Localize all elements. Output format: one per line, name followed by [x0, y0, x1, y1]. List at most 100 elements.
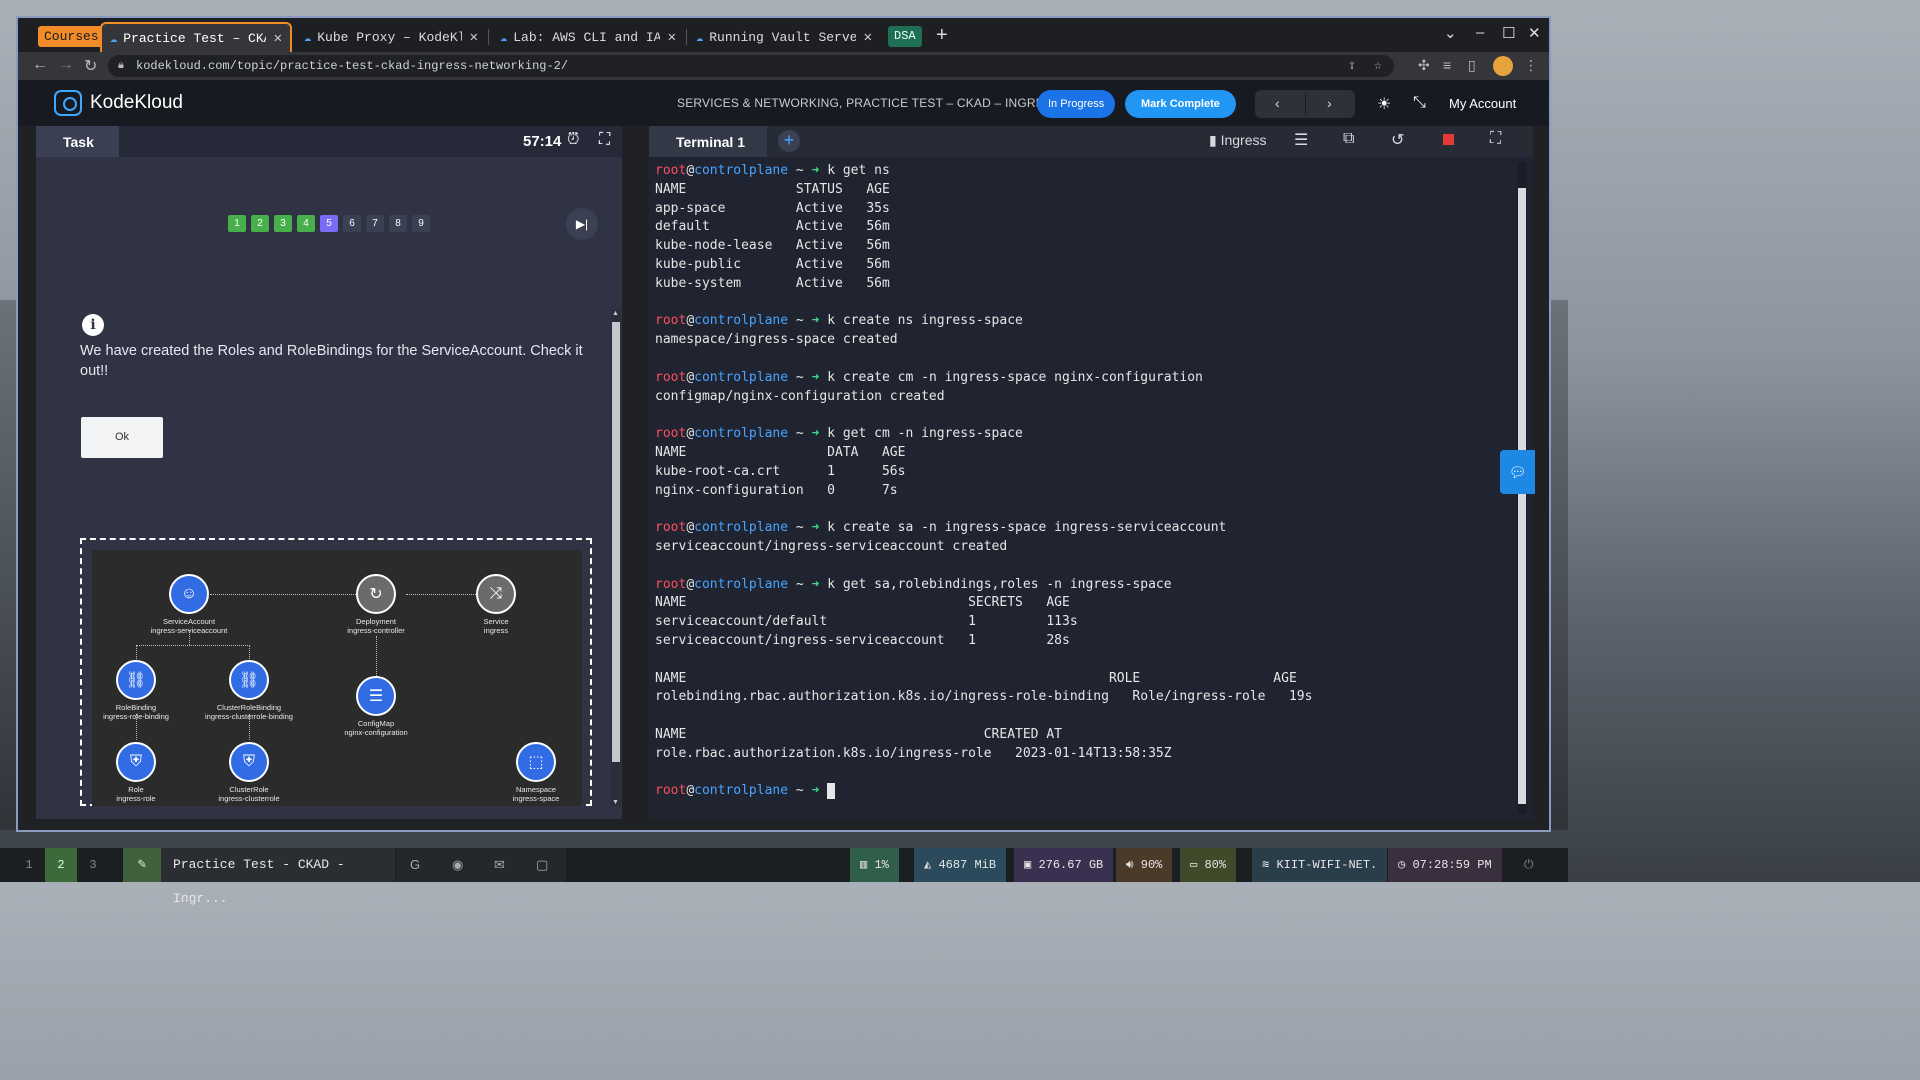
- prompt-host: controlplane: [694, 520, 789, 536]
- tab-aws-cli-lab[interactable]: ☁ Lab: AWS CLI and IAM – Ko ✕: [492, 22, 684, 52]
- back-icon[interactable]: ←: [32, 56, 48, 74]
- fullscreen-icon[interactable]: ⛶: [1490, 130, 1501, 148]
- in-progress-button[interactable]: In Progress: [1037, 90, 1116, 118]
- feather-icon: ✎: [123, 848, 161, 882]
- terminal-command-text: k get cm -n ingress-space: [819, 426, 1023, 442]
- mail-icon[interactable]: ✉: [494, 857, 505, 873]
- node-configmap[interactable]: ☰ ConfigMap nginx-configuration: [321, 676, 431, 737]
- mark-complete-button[interactable]: Mark Complete: [1125, 90, 1236, 118]
- google-icon[interactable]: G: [410, 857, 420, 872]
- question-number-3[interactable]: 3: [274, 215, 292, 232]
- tab-practice-test[interactable]: ☁ Practice Test – CKAD – Ingr ✕: [100, 22, 292, 52]
- task-tab[interactable]: Task: [36, 126, 119, 157]
- volume-level[interactable]: 🔊︎ 90%: [1116, 848, 1173, 882]
- close-tab-icon[interactable]: ✕: [864, 29, 872, 46]
- theme-toggle-icon[interactable]: ☀: [1377, 94, 1391, 114]
- task-scrollbar[interactable]: ▲ ▼: [611, 310, 621, 806]
- skip-question-button[interactable]: ▶|: [566, 208, 598, 240]
- terminal-tab[interactable]: Terminal 1: [649, 126, 767, 157]
- open-external-icon[interactable]: ⧉: [1343, 130, 1354, 148]
- workspace-1[interactable]: 1: [13, 848, 45, 882]
- maximize-icon[interactable]: ☐: [1502, 24, 1515, 42]
- tab-group-dsa[interactable]: DSA: [888, 26, 922, 47]
- node-role[interactable]: ⛨ Role ingress-role: [81, 742, 191, 803]
- new-tab-icon[interactable]: +: [936, 24, 948, 47]
- terminal-prompt-line: root@controlplane ~ ➜: [655, 782, 1515, 801]
- url-input[interactable]: 🔒︎ kodekloud.com/topic/practice-test-cka…: [108, 55, 1394, 77]
- scrollbar-thumb[interactable]: [1518, 188, 1526, 804]
- workspace-3[interactable]: 3: [77, 848, 109, 882]
- question-number-4[interactable]: 4: [297, 215, 315, 232]
- focused-window-title[interactable]: ✎ Practice Test - CKAD - Ingr...: [123, 848, 395, 906]
- scrollbar-thumb[interactable]: [612, 322, 620, 762]
- close-tab-icon[interactable]: ✕: [274, 30, 282, 47]
- share-icon[interactable]: ⇪: [1348, 55, 1356, 77]
- scroll-down-icon[interactable]: ▼: [612, 799, 619, 806]
- close-tab-icon[interactable]: ✕: [470, 29, 478, 46]
- my-account-link[interactable]: My Account: [1449, 96, 1516, 111]
- node-deployment[interactable]: ↻ Deployment ingress-controller: [321, 574, 431, 635]
- browser-menu-icon[interactable]: ⋮: [1524, 57, 1538, 74]
- fullscreen-icon[interactable]: ⛶: [599, 131, 610, 149]
- terminal-app-icon[interactable]: ▢: [536, 857, 548, 873]
- kodekloud-favicon-icon: ☁: [500, 30, 508, 45]
- node-service[interactable]: ⤨ Service ingress: [441, 574, 551, 635]
- reset-icon[interactable]: ↺: [1391, 130, 1404, 150]
- battery-value: 80%: [1204, 858, 1227, 872]
- question-number-7[interactable]: 7: [366, 215, 384, 232]
- question-number-9[interactable]: 9: [412, 215, 430, 232]
- kodekloud-logo[interactable]: KodeKloud: [54, 90, 183, 116]
- discord-icon[interactable]: ◉: [452, 857, 463, 873]
- workspace-2[interactable]: 2: [45, 848, 77, 882]
- close-tab-icon[interactable]: ✕: [668, 29, 676, 46]
- next-lesson-icon[interactable]: ›: [1327, 95, 1332, 111]
- question-number-5[interactable]: 5: [320, 215, 338, 232]
- close-window-icon[interactable]: ✕: [1528, 24, 1541, 42]
- question-number-2[interactable]: 2: [251, 215, 269, 232]
- power-icon[interactable]: ⏻: [1514, 848, 1544, 882]
- node-name: ingress-role-binding: [103, 712, 169, 721]
- minimize-icon[interactable]: –: [1476, 24, 1484, 41]
- profile-avatar[interactable]: [1493, 56, 1513, 76]
- tab-kube-proxy[interactable]: ☁ Kube Proxy – KodeKloud ✕: [296, 22, 486, 52]
- forward-icon[interactable]: →: [58, 56, 74, 74]
- volume-value: 90%: [1140, 858, 1163, 872]
- lab-host-selector[interactable]: ▮ Ingress: [1209, 132, 1267, 149]
- extensions-icon[interactable]: ✣: [1418, 57, 1430, 74]
- terminal-command-line: root@controlplane ~ ➜ k create cm -n ing…: [655, 369, 1515, 388]
- terminal-output-line: namespace/ingress-space created: [655, 332, 898, 348]
- tab-title: Running Vault Server (Dev): [709, 29, 855, 45]
- tab-group-courses[interactable]: Courses: [38, 26, 105, 47]
- wifi-network[interactable]: ≋ KIIT-WIFI-NET.: [1252, 848, 1388, 882]
- configmap-icon: ☰: [356, 676, 396, 716]
- prompt-path: ~: [788, 426, 812, 442]
- menu-icon[interactable]: ☰: [1294, 130, 1308, 150]
- node-serviceaccount[interactable]: ☺ ServiceAccount ingress-serviceaccount: [134, 574, 244, 635]
- collapse-icon[interactable]: ⤡: [1413, 94, 1426, 112]
- reading-list-icon[interactable]: ≡: [1443, 57, 1451, 73]
- node-name: ingress-clusterrole-binding: [205, 712, 293, 721]
- stop-icon[interactable]: [1443, 134, 1454, 145]
- terminal-cursor: [827, 782, 836, 799]
- bookmark-star-icon[interactable]: ☆: [1374, 55, 1382, 77]
- node-clusterrolebinding[interactable]: ⛓ ClusterRoleBinding ingress-clusterrole-…: [194, 660, 304, 721]
- question-number-8[interactable]: 8: [389, 215, 407, 232]
- side-panel-icon[interactable]: ▯: [1468, 57, 1476, 74]
- node-rolebinding[interactable]: ⛓ RoleBinding ingress-role-binding: [81, 660, 191, 721]
- question-number-1[interactable]: 1: [228, 215, 246, 232]
- ok-button[interactable]: Ok: [81, 417, 163, 458]
- node-clusterrole[interactable]: ⛨ ClusterRole ingress-clusterrole: [194, 742, 304, 803]
- node-name: ingress: [483, 626, 509, 635]
- prompt-at: @: [686, 313, 695, 329]
- reload-icon[interactable]: ↻: [84, 56, 97, 76]
- tab-search-icon[interactable]: ⌄: [1444, 24, 1457, 42]
- previous-lesson-icon[interactable]: ‹: [1275, 95, 1280, 111]
- add-terminal-icon[interactable]: +: [778, 130, 800, 152]
- terminal-output[interactable]: root@controlplane ~ ➜ k get ns NAME STATU…: [655, 162, 1515, 812]
- node-namespace[interactable]: ⬚ Namespace ingress-space: [481, 742, 591, 803]
- tab-vault-server[interactable]: ☁ Running Vault Server (Dev) ✕: [688, 22, 880, 52]
- scroll-up-icon[interactable]: ▲: [612, 310, 619, 317]
- question-number-6[interactable]: 6: [343, 215, 361, 232]
- chat-support-button[interactable]: 💬︎: [1500, 450, 1535, 494]
